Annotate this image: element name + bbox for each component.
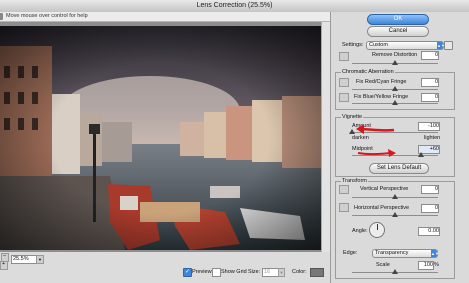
blue-yellow-label: Fix Blue/Yellow Fringe xyxy=(354,94,409,100)
ok-button[interactable]: OK xyxy=(367,14,429,25)
grid-size-label: Size: xyxy=(248,269,261,275)
grid-color-label: Color: xyxy=(292,269,307,275)
grid-size-field[interactable]: 16 xyxy=(262,268,279,277)
angle-dial[interactable] xyxy=(369,222,385,238)
preview-checkbox[interactable]: ✓ xyxy=(183,268,192,277)
horizontal-perspective-label: Horizontal Perspective xyxy=(354,205,410,211)
edge-select[interactable]: Transparency ▲▼ xyxy=(372,249,439,258)
amount-arrow-icon xyxy=(361,127,395,132)
remove-distortion-icon xyxy=(339,52,349,61)
red-cyan-icon xyxy=(339,78,349,87)
select-arrows-icon: ▲▼ xyxy=(437,42,445,49)
angle-label: Angle: xyxy=(352,228,368,234)
cancel-button[interactable]: Cancel xyxy=(367,26,429,37)
window-title: Lens Correction (25.5%) xyxy=(196,2,273,9)
horizontal-perspective-field[interactable]: 0 xyxy=(421,204,439,213)
remove-distortion-field[interactable]: 0 xyxy=(421,51,439,60)
red-cyan-label: Fix Red/Cyan Fringe xyxy=(356,79,407,85)
edge-select-arrows-icon: ▲▼ xyxy=(431,250,439,257)
red-cyan-field[interactable]: 0 xyxy=(421,78,439,87)
horizontal-perspective-knob[interactable] xyxy=(392,212,398,217)
show-grid-checkbox[interactable] xyxy=(212,268,221,277)
edge-label: Edge: xyxy=(343,250,358,256)
scale-unit: % xyxy=(434,262,439,268)
midpoint-arrow-icon xyxy=(357,152,391,156)
red-cyan-knob[interactable] xyxy=(392,86,398,91)
venice-photo xyxy=(0,26,321,250)
midpoint-knob[interactable] xyxy=(418,152,424,157)
amount-field[interactable]: -100 xyxy=(418,122,440,131)
angle-dial-needle-icon xyxy=(377,224,378,230)
vignette-title: Vignette xyxy=(341,114,364,120)
preview-image xyxy=(0,26,321,250)
settings-select[interactable]: Custom ▲▼ xyxy=(366,41,445,50)
transform-title: Transform xyxy=(341,178,368,184)
blue-yellow-icon xyxy=(339,93,349,102)
grid-color-swatch[interactable] xyxy=(310,268,324,277)
vertical-perspective-icon xyxy=(339,185,349,194)
remove-distortion-knob[interactable] xyxy=(392,60,398,65)
chromatic-aberration-title: Chromatic Aberration xyxy=(341,69,395,75)
set-lens-default-button[interactable]: Set Lens Default xyxy=(369,163,429,174)
vertical-perspective-label: Vertical Perspective xyxy=(360,186,409,192)
annotation-arrows xyxy=(356,124,396,157)
angle-field[interactable]: 0.00 xyxy=(418,227,440,236)
zoom-in-button[interactable]: + xyxy=(0,261,8,270)
zoom-level-field[interactable]: 25.5% xyxy=(11,255,38,264)
zoom-menu-arrow-icon[interactable]: ▼ xyxy=(36,255,44,264)
lighten-label: lighten xyxy=(424,135,441,141)
horizontal-perspective-icon xyxy=(339,203,349,212)
blue-yellow-field[interactable]: 0 xyxy=(421,93,439,102)
vertical-perspective-knob[interactable] xyxy=(392,194,398,199)
show-grid-label: Show Grid xyxy=(221,269,247,275)
grid-size-arrow-icon[interactable]: ▼ xyxy=(278,268,285,277)
settings-menu-icon[interactable] xyxy=(444,41,453,50)
scale-field[interactable]: 100 xyxy=(418,261,434,270)
settings-label: Settings: xyxy=(342,42,364,48)
hand-tool-icon[interactable] xyxy=(0,13,3,20)
preview-label: Preview xyxy=(192,269,212,275)
vertical-perspective-field[interactable]: 0 xyxy=(421,185,439,194)
remove-distortion-label: Remove Distortion xyxy=(372,52,418,58)
scale-knob[interactable] xyxy=(392,269,398,274)
blue-yellow-knob[interactable] xyxy=(392,100,398,105)
scale-label: Scale xyxy=(376,262,390,268)
help-text: Move mouse over control for help xyxy=(6,13,88,19)
